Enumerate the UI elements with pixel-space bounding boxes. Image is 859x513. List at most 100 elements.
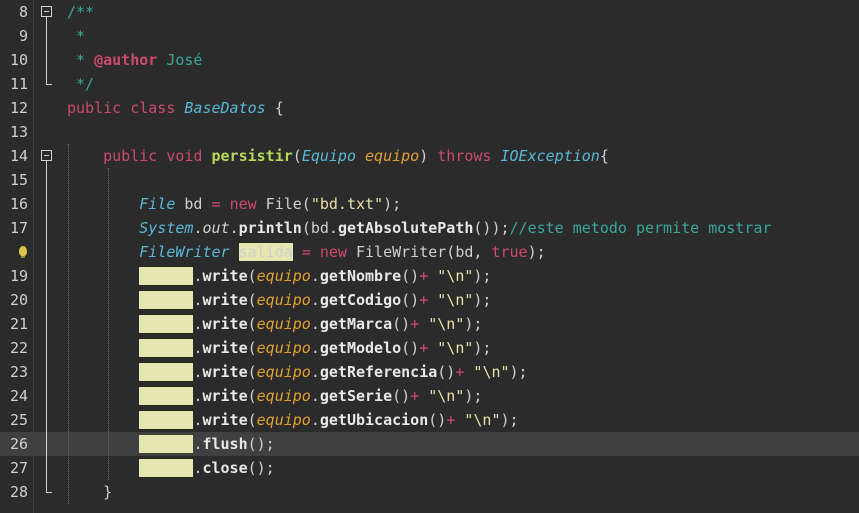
line-number: 27 — [9, 459, 28, 477]
code-token: "bd.txt" — [310, 195, 384, 213]
line-number: 15 — [9, 171, 28, 189]
code-line[interactable]: 14 public void persistir(Equipo equipo) … — [0, 144, 859, 168]
code-token: File — [139, 195, 176, 213]
code-text[interactable]: FileWriter salida = new FileWriter(bd, t… — [67, 240, 546, 264]
code-line[interactable]: 20 salida.write(equipo.getCodigo()+ "\n"… — [0, 288, 859, 312]
fold-empty — [41, 120, 52, 144]
code-line[interactable]: 17 System.out.println(bd.getAbsolutePath… — [0, 216, 859, 240]
code-token: salida — [139, 267, 194, 285]
code-line[interactable]: 23 salida.write(equipo.getReferencia()+ … — [0, 360, 859, 384]
code-token: (bd. — [301, 219, 338, 237]
code-token: + — [410, 387, 420, 405]
code-line[interactable]: 24 salida.write(equipo.getSerie()+ "\n")… — [0, 384, 859, 408]
line-number: 9 — [18, 27, 28, 45]
code-text[interactable]: salida.write(equipo.getSerie()+ "\n"); — [67, 384, 482, 408]
code-line[interactable]: 11 */ — [0, 72, 859, 96]
code-token: "\n" — [428, 315, 465, 333]
fold-line — [41, 360, 52, 384]
code-line[interactable]: 16 File bd = new File("bd.txt"); — [0, 192, 859, 216]
code-line[interactable]: 28 } — [0, 480, 859, 504]
code-token: public void — [103, 147, 212, 165]
code-token: getSerie — [319, 387, 393, 405]
code-text[interactable]: public void persistir(Equipo equipo) thr… — [67, 144, 609, 168]
code-token: write — [202, 291, 248, 309]
code-line[interactable]: 13 — [0, 120, 859, 144]
code-token: salida — [139, 291, 194, 309]
fold-line — [41, 264, 52, 288]
code-text[interactable]: salida.flush(); — [67, 432, 275, 456]
code-line[interactable]: 27 salida.close(); — [0, 456, 859, 480]
code-line[interactable]: 22 salida.write(equipo.getModelo()+ "\n"… — [0, 336, 859, 360]
code-text[interactable]: /** — [67, 0, 94, 24]
code-line[interactable]: 9 * — [0, 24, 859, 48]
code-editor[interactable]: 8/** 9 * 10 * @author José 11 */12 public cl… — [0, 0, 859, 513]
code-token: @author — [94, 51, 158, 69]
code-line[interactable]: 21 salida.write(equipo.getMarca()+ "\n")… — [0, 312, 859, 336]
line-number: 19 — [9, 267, 28, 285]
fold-line — [41, 384, 52, 408]
code-line[interactable]: 25 salida.write(equipo.getUbicacion()+ "… — [0, 408, 859, 432]
code-token: + — [419, 339, 429, 357]
code-token: "\n" — [473, 363, 510, 381]
code-token: . — [310, 411, 320, 429]
code-text[interactable]: salida.write(equipo.getNombre()+ "\n"); — [67, 264, 491, 288]
fold-end-marker — [41, 480, 52, 504]
code-token: + — [419, 267, 429, 285]
code-token: ( — [247, 291, 257, 309]
code-text[interactable]: public class BaseDatos { — [67, 96, 284, 120]
indent-guide-method — [108, 168, 109, 480]
code-text[interactable]: * — [67, 24, 85, 48]
code-token: * — [67, 27, 86, 45]
lightbulb-hint-icon[interactable] — [19, 246, 27, 258]
code-token: . — [310, 267, 320, 285]
code-line[interactable]: 12 public class BaseDatos { — [0, 96, 859, 120]
code-text[interactable]: * @author José — [67, 48, 202, 72]
code-text[interactable]: System.out.println(bd.getAbsolutePath())… — [67, 216, 771, 240]
code-text[interactable]: salida.write(equipo.getCodigo()+ "\n"); — [67, 288, 491, 312]
code-token: () — [392, 387, 411, 405]
code-text[interactable]: salida.write(equipo.getUbicacion()+ "\n"… — [67, 408, 519, 432]
code-text[interactable]: salida.write(equipo.getModelo()+ "\n"); — [67, 336, 491, 360]
code-token: true — [491, 243, 528, 261]
code-line[interactable]: 15 — [0, 168, 859, 192]
code-text[interactable]: File bd = new File("bd.txt"); — [67, 192, 401, 216]
code-text[interactable]: */ — [67, 72, 94, 96]
code-token: ); — [473, 267, 492, 285]
code-token: . — [310, 363, 320, 381]
code-line[interactable]: 19 salida.write(equipo.getNombre()+ "\n"… — [0, 264, 859, 288]
code-token: José — [157, 51, 203, 69]
fold-collapse-icon[interactable] — [41, 0, 52, 24]
code-line[interactable]: 10 * @author José — [0, 48, 859, 72]
code-text[interactable]: salida.close(); — [67, 456, 275, 480]
code-text[interactable]: salida.write(equipo.getReferencia()+ "\n… — [67, 360, 528, 384]
code-line[interactable]: FileWriter salida = new FileWriter(bd, t… — [0, 240, 859, 264]
code-token: = — [211, 195, 221, 213]
code-text[interactable]: salida.write(equipo.getMarca()+ "\n"); — [67, 312, 482, 336]
code-token: . — [310, 339, 320, 357]
line-number: 13 — [9, 123, 28, 141]
code-token: salida — [139, 387, 194, 405]
code-token: getNombre — [319, 267, 402, 285]
code-text[interactable]: } — [67, 480, 112, 504]
code-token: ( — [292, 147, 302, 165]
code-line[interactable]: 8 /** — [0, 0, 859, 24]
code-token: () — [437, 363, 456, 381]
code-token: = — [301, 243, 311, 261]
code-token: new — [229, 195, 257, 213]
code-token: (); — [247, 459, 275, 477]
fold-line — [41, 48, 52, 72]
code-token: ) — [419, 147, 438, 165]
code-token: flush — [202, 435, 248, 453]
fold-collapse-icon[interactable] — [41, 144, 52, 168]
code-token: ( — [247, 411, 257, 429]
code-line[interactable]: 26 salida.flush(); — [0, 432, 859, 456]
line-number: 25 — [9, 411, 28, 429]
code-token: BaseDatos — [184, 99, 266, 117]
